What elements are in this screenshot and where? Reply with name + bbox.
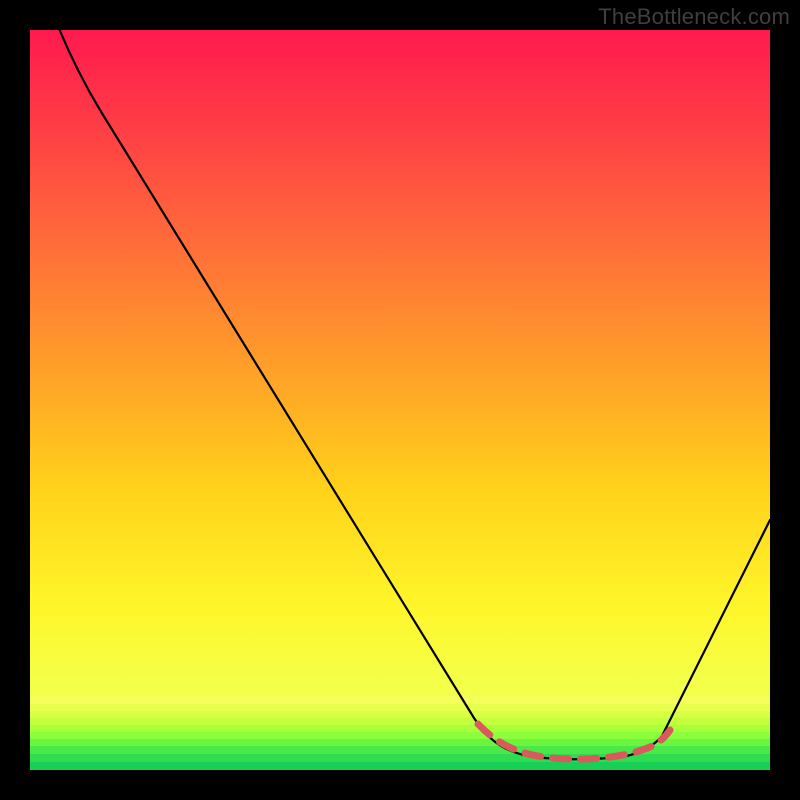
bottleneck-chart bbox=[0, 0, 800, 800]
plot-background bbox=[30, 30, 770, 770]
watermark-text: TheBottleneck.com bbox=[598, 4, 790, 30]
chart-frame: TheBottleneck.com bbox=[0, 0, 800, 800]
bottom-gradient-bands bbox=[30, 696, 770, 770]
